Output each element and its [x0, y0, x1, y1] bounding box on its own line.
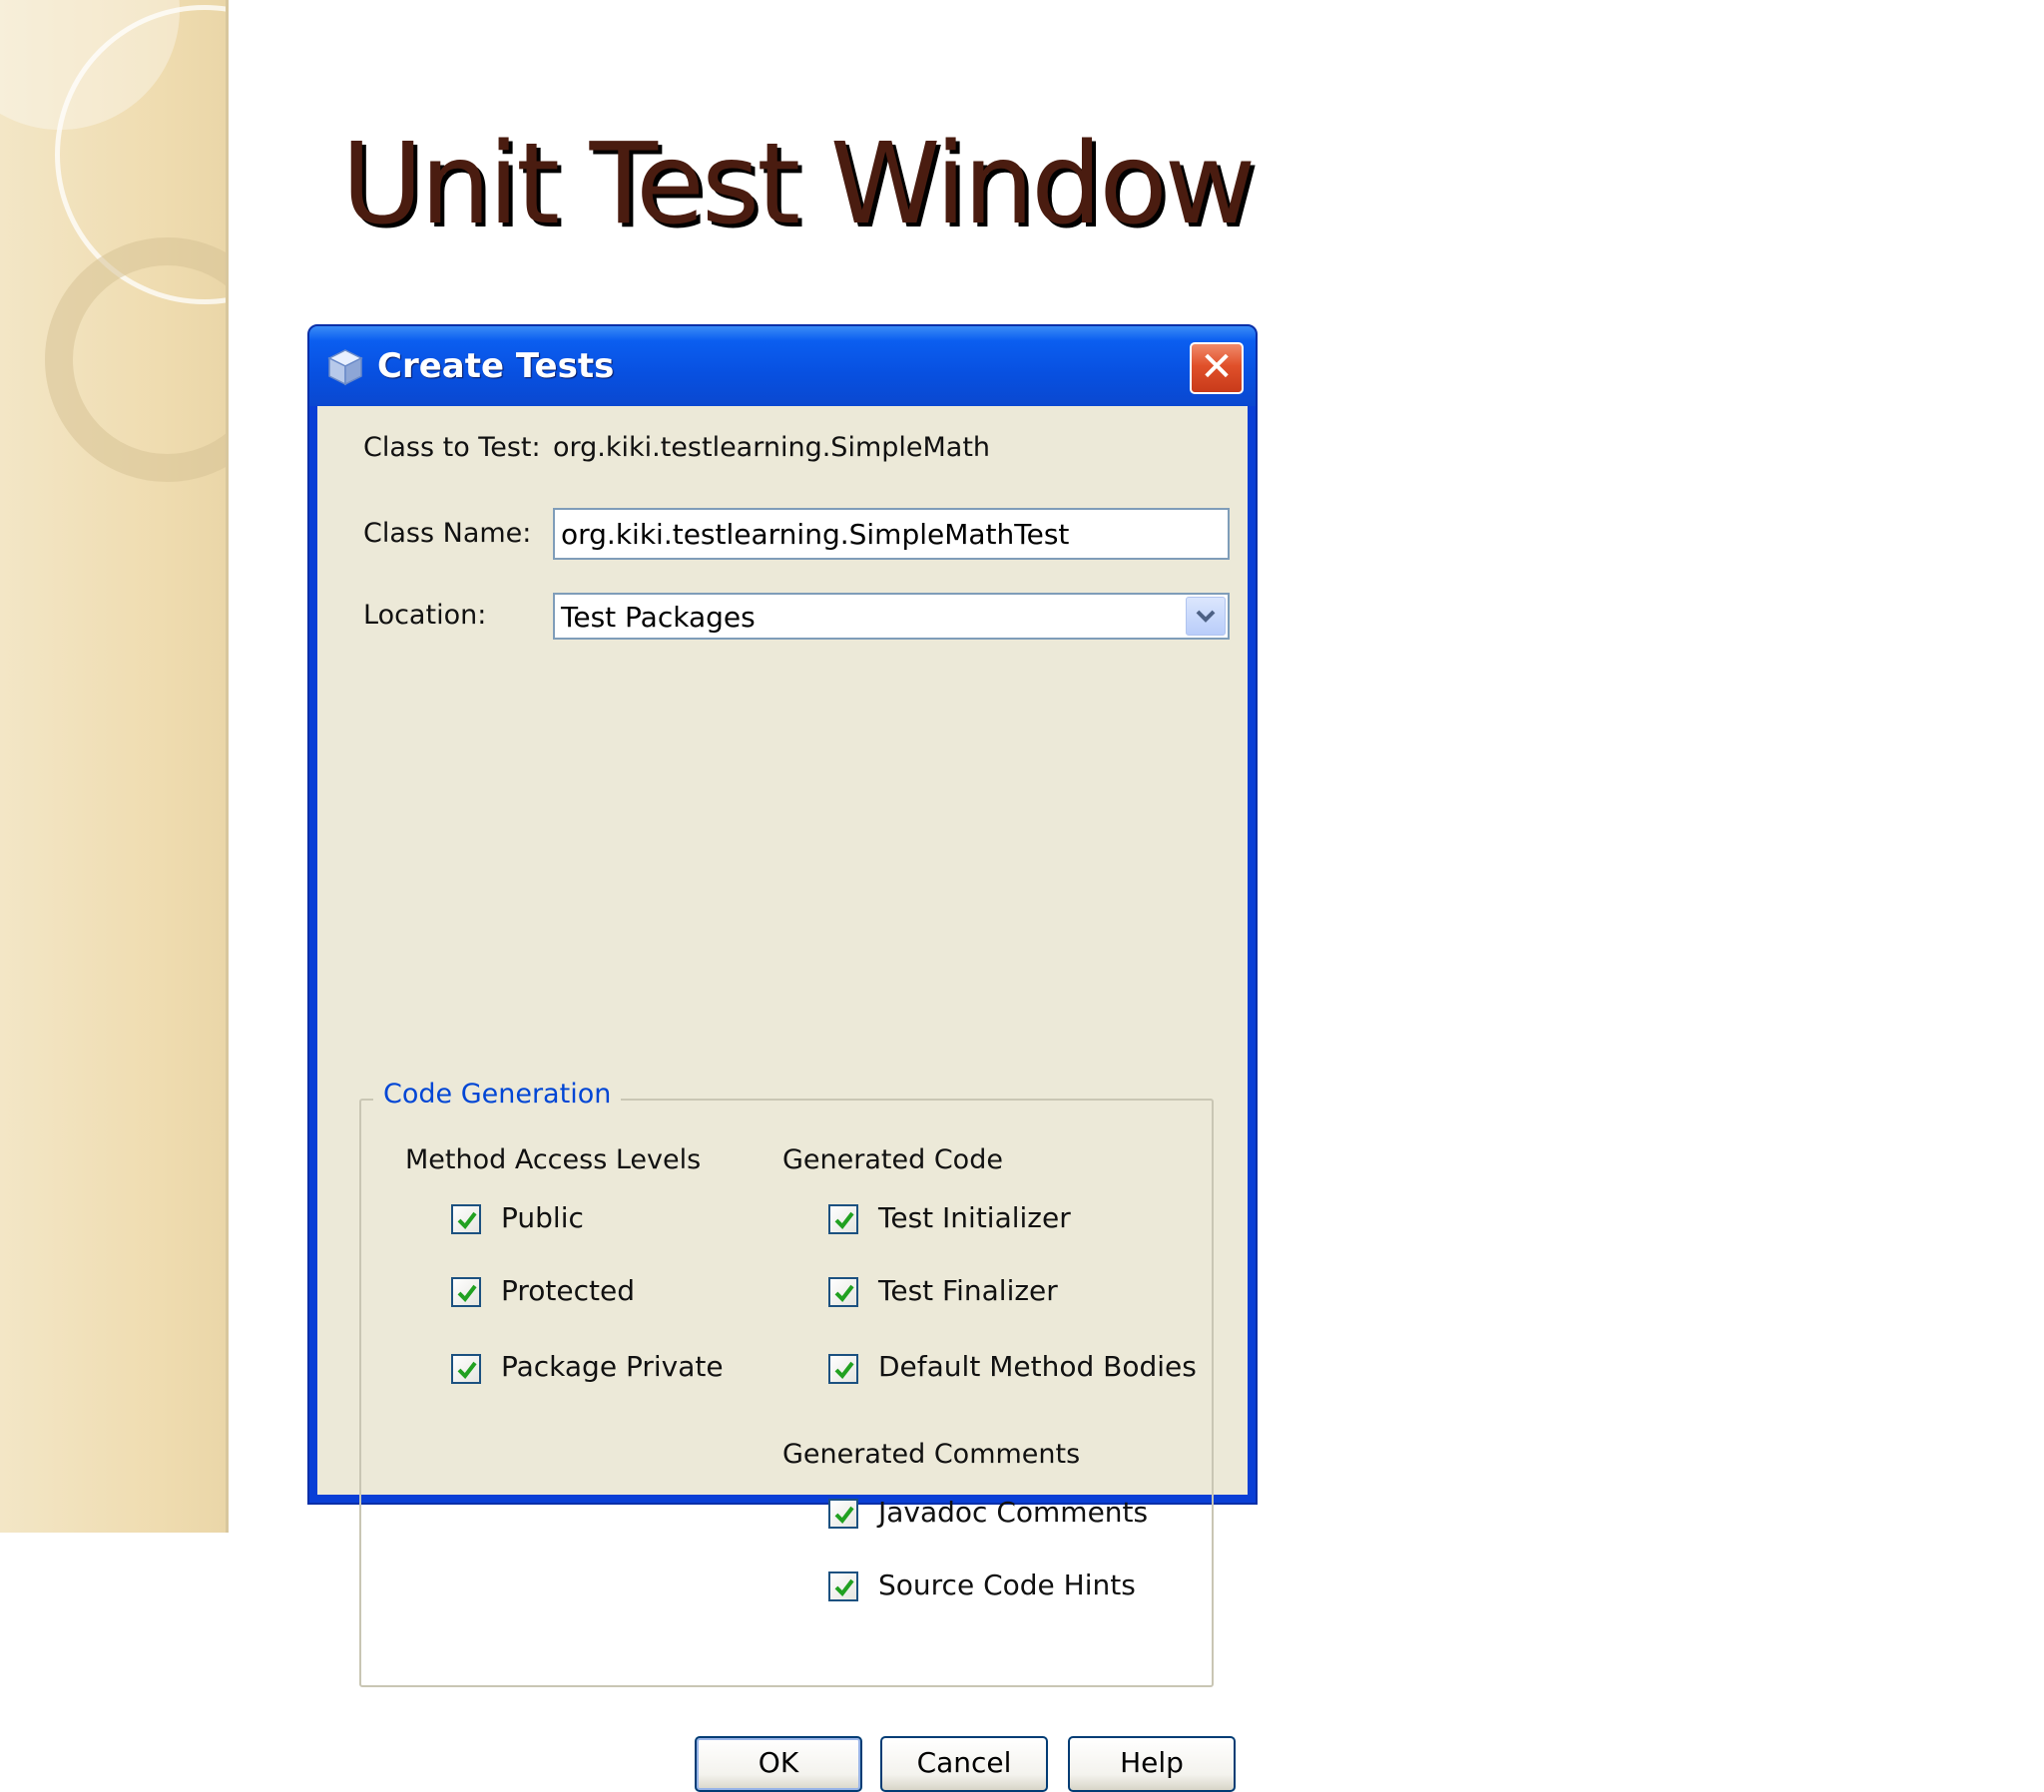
help-button[interactable]: Help: [1068, 1736, 1236, 1792]
close-icon: ✕: [1200, 344, 1234, 390]
public-checkbox[interactable]: [451, 1204, 481, 1234]
package-private-checkbox[interactable]: [451, 1354, 481, 1384]
decorative-ring: [45, 237, 228, 482]
class-name-input[interactable]: org.kiki.testlearning.SimpleMathTest: [553, 508, 1230, 560]
default-method-bodies-label[interactable]: Default Method Bodies: [878, 1350, 1197, 1383]
source-code-hints-checkbox[interactable]: [828, 1571, 858, 1601]
test-initializer-checkbox[interactable]: [828, 1204, 858, 1234]
public-label[interactable]: Public: [501, 1201, 584, 1234]
cancel-button[interactable]: Cancel: [880, 1736, 1048, 1792]
protected-label[interactable]: Protected: [501, 1274, 635, 1307]
javadoc-comments-checkbox[interactable]: [828, 1499, 858, 1529]
generated-comments-heading: Generated Comments: [782, 1439, 1081, 1470]
method-access-levels-heading: Method Access Levels: [405, 1144, 702, 1175]
javadoc-comments-label[interactable]: Javadoc Comments: [878, 1496, 1148, 1529]
decorative-side-strip: [0, 0, 228, 1533]
test-finalizer-label[interactable]: Test Finalizer: [878, 1274, 1058, 1307]
location-selected-value: Test Packages: [561, 601, 756, 634]
class-name-label: Class Name:: [363, 518, 532, 549]
class-to-test-value: org.kiki.testlearning.SimpleMath: [553, 432, 991, 463]
source-code-hints-label[interactable]: Source Code Hints: [878, 1568, 1136, 1601]
dialog-title: Create Tests: [377, 346, 615, 386]
test-initializer-label[interactable]: Test Initializer: [878, 1201, 1071, 1234]
test-finalizer-checkbox[interactable]: [828, 1277, 858, 1307]
create-tests-dialog: Create Tests ✕ Class to Test: org.kiki.t…: [307, 324, 1258, 1792]
default-method-bodies-checkbox[interactable]: [828, 1354, 858, 1384]
code-generation-legend: Code Generation: [373, 1079, 622, 1110]
slide-title: Unit Test Window: [341, 120, 1256, 249]
location-dropdown[interactable]: Test Packages: [553, 593, 1230, 640]
close-button[interactable]: ✕: [1190, 342, 1244, 394]
package-private-label[interactable]: Package Private: [501, 1350, 724, 1383]
dialog-client-area: Class to Test: org.kiki.testlearning.Sim…: [317, 406, 1248, 1792]
class-to-test-label: Class to Test:: [363, 432, 541, 463]
ok-button[interactable]: OK: [695, 1736, 862, 1792]
netbeans-cube-icon: [327, 348, 363, 386]
chevron-down-icon[interactable]: [1186, 597, 1226, 636]
generated-code-heading: Generated Code: [782, 1144, 1003, 1175]
protected-checkbox[interactable]: [451, 1277, 481, 1307]
side-strip-edge: [226, 0, 229, 1533]
location-label: Location:: [363, 600, 487, 631]
dialog-titlebar[interactable]: Create Tests ✕: [309, 326, 1256, 406]
